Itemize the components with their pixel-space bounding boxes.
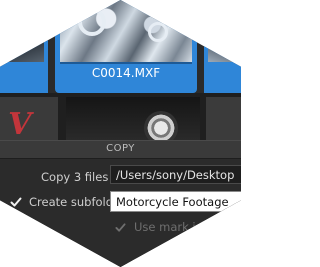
engine-detail (78, 8, 106, 36)
use-mark-in-out-label: Use mark in/out a (134, 220, 237, 234)
clip-card-right[interactable] (204, 0, 241, 93)
red-logo-graphic: V (4, 107, 35, 140)
checkmark-icon[interactable] (10, 196, 22, 208)
clip-card-selected[interactable]: C0014.MXF (55, 0, 197, 93)
clip-row: V (0, 93, 241, 140)
app-window: C0014.MXF V COPY Copy 3 files to: /Users… (0, 0, 241, 267)
clip-thumbnail[interactable] (206, 97, 241, 140)
copy-panel-title: COPY (106, 143, 135, 154)
copy-panel-body: Copy 3 files to: /Users/sony/Desktop Cre… (0, 159, 241, 267)
destination-path-field[interactable]: /Users/sony/Desktop (110, 165, 241, 184)
engine-detail (148, 22, 168, 42)
motorcycle-wheel-graphic (144, 111, 178, 140)
copy-panel-header[interactable]: COPY (0, 140, 241, 159)
subfolder-name-input[interactable]: Motorcycle Footage (110, 191, 241, 212)
checkmark-icon (115, 223, 126, 232)
clip-thumbnail[interactable] (66, 97, 200, 140)
clip-thumbnail (208, 0, 241, 62)
clip-thumbnail[interactable]: V (0, 97, 58, 140)
copy-panel: COPY Copy 3 files to: /Users/sony/Deskto… (0, 140, 241, 267)
clip-thumbnail-selected (60, 0, 192, 64)
clip-card-left[interactable] (0, 0, 48, 93)
clip-thumbnail (0, 0, 44, 62)
clip-name-label: C0014.MXF (91, 66, 161, 80)
